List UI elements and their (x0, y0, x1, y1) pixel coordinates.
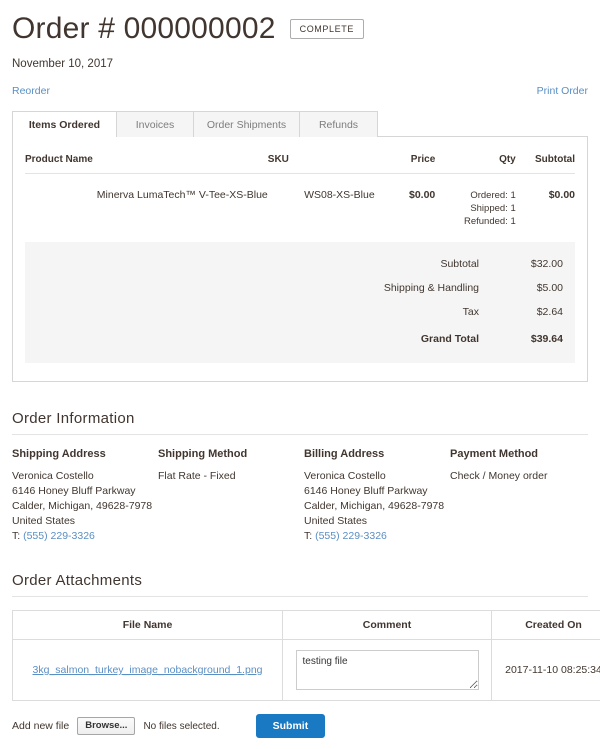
attachment-file-link[interactable]: 3kg_salmon_turkey_image_nobackground_1.p… (33, 664, 263, 676)
shipping-phone-prefix: T: (12, 530, 24, 542)
status-badge: COMPLETE (289, 19, 364, 39)
payment-method-value: Check / Money order (450, 470, 548, 482)
billing-country: United States (304, 515, 368, 527)
totals-value-grand-total: $39.64 (530, 333, 563, 345)
submit-button[interactable]: Submit (255, 714, 326, 738)
order-tabs: Items Ordered Invoices Order Shipments R… (12, 111, 588, 138)
shipping-phone-link[interactable]: (555) 229-3326 (23, 530, 95, 542)
shipping-method-title: Shipping Method (158, 448, 248, 460)
totals-row-tax: Tax $2.64 (37, 300, 563, 324)
items-table: Product Name SKU Price Qty Subtotal Mine… (25, 154, 575, 228)
billing-address-title: Billing Address (304, 448, 385, 460)
shipping-city-state-zip: Calder, Michigan, 49628-7978 (12, 500, 153, 512)
shipping-method-value: Flat Rate - Fixed (158, 470, 236, 482)
column-price: Price (374, 154, 436, 174)
order-totals: Subtotal $32.00 Shipping & Handling $5.0… (25, 242, 575, 363)
order-attachments-heading: Order Attachments (12, 572, 588, 597)
totals-value-tax: $2.64 (536, 306, 563, 318)
payment-method-title: Payment Method (450, 448, 539, 460)
column-product-name: Product Name (25, 154, 268, 174)
billing-phone-line: T: (555) 229-3326 (304, 529, 450, 544)
totals-value-shipping: $5.00 (536, 282, 563, 294)
attachments-header-row: File Name Comment Created On (12, 610, 600, 640)
cell-subtotal: $0.00 (548, 189, 575, 201)
cell-price: $0.00 (408, 189, 436, 201)
qty-ordered: Ordered: 1 (470, 190, 516, 201)
totals-label-subtotal: Subtotal (440, 258, 479, 270)
cell-qty: Ordered: 1 Shipped: 1 Refunded: 1 (435, 174, 516, 229)
shipping-phone-line: T: (555) 229-3326 (12, 529, 158, 544)
tab-items-ordered[interactable]: Items Ordered (12, 111, 117, 138)
column-file-name: File Name (12, 610, 283, 640)
shipping-address-title: Shipping Address (12, 448, 106, 460)
attachment-upload-row: Add new file Browse... No files selected… (12, 714, 588, 738)
qty-shipped: Shipped: 1 (470, 203, 516, 214)
cell-comment (282, 639, 492, 701)
table-row: 3kg_salmon_turkey_image_nobackground_1.p… (12, 639, 600, 701)
totals-row-subtotal: Subtotal $32.00 (37, 252, 563, 276)
column-qty: Qty (435, 154, 516, 174)
order-information-heading: Order Information (12, 410, 588, 435)
page-title: Order # 000000002 (12, 12, 276, 45)
items-ordered-panel: Product Name SKU Price Qty Subtotal Mine… (12, 136, 588, 382)
totals-row-shipping: Shipping & Handling $5.00 (37, 276, 563, 300)
column-created-on: Created On (491, 610, 600, 640)
totals-table: Subtotal $32.00 Shipping & Handling $5.0… (37, 252, 563, 351)
print-order-link[interactable]: Print Order (537, 85, 588, 97)
qty-refunded: Refunded: 1 (463, 216, 516, 227)
column-sku: SKU (267, 154, 375, 174)
shipping-name: Veronica Costello (12, 470, 94, 482)
tab-order-shipments[interactable]: Order Shipments (193, 111, 300, 137)
totals-label-shipping: Shipping & Handling (383, 282, 479, 294)
table-row: Minerva LumaTech™ V-Tee-XS-Blue WS08-XS-… (25, 174, 575, 229)
order-date: November 10, 2017 (12, 58, 114, 70)
column-subtotal: Subtotal (515, 154, 575, 174)
totals-label-tax: Tax (462, 306, 479, 318)
add-new-file-label: Add new file (12, 720, 70, 732)
order-view-page: Order # 000000002 COMPLETE November 10, … (0, 0, 600, 738)
billing-phone-prefix: T: (304, 530, 316, 542)
order-information-grid: Shipping Address Veronica Costello 6146 … (12, 448, 588, 544)
action-links: Reorder Print Order (12, 85, 588, 97)
billing-address-block: Billing Address Veronica Costello 6146 H… (304, 448, 450, 544)
totals-row-grand-total: Grand Total $39.64 (37, 324, 563, 351)
browse-button[interactable]: Browse... (77, 717, 136, 735)
shipping-address-block: Shipping Address Veronica Costello 6146 … (12, 448, 158, 544)
cell-created-on: 2017-11-10 08:25:34 (491, 639, 600, 701)
billing-name: Veronica Costello (304, 470, 386, 482)
cell-file-name: 3kg_salmon_turkey_image_nobackground_1.p… (12, 639, 283, 701)
totals-value-subtotal: $32.00 (530, 258, 563, 270)
attachment-comment-input[interactable] (295, 650, 479, 690)
tab-refunds[interactable]: Refunds (299, 111, 378, 137)
billing-address-body: Veronica Costello 6146 Honey Bluff Parkw… (304, 469, 450, 544)
attachments-table: File Name Comment Created On 3kg_salmon_… (12, 610, 600, 701)
items-table-header-row: Product Name SKU Price Qty Subtotal (25, 154, 575, 174)
page-header: Order # 000000002 COMPLETE (12, 0, 588, 46)
tab-invoices[interactable]: Invoices (116, 111, 194, 137)
shipping-address-body: Veronica Costello 6146 Honey Bluff Parkw… (12, 469, 158, 544)
cell-sku: WS08-XS-Blue (304, 189, 375, 201)
cell-product-name: Minerva LumaTech™ V-Tee-XS-Blue (96, 189, 268, 201)
shipping-street: 6146 Honey Bluff Parkway (12, 485, 136, 497)
shipping-method-block: Shipping Method Flat Rate - Fixed (158, 448, 304, 544)
payment-method-block: Payment Method Check / Money order (450, 448, 590, 544)
billing-street: 6146 Honey Bluff Parkway (304, 485, 428, 497)
totals-label-grand-total: Grand Total (420, 333, 479, 345)
no-files-selected-text: No files selected. (143, 720, 220, 732)
order-tabs-wrapper: Items Ordered Invoices Order Shipments R… (12, 111, 588, 382)
column-comment: Comment (282, 610, 492, 640)
billing-city-state-zip: Calder, Michigan, 49628-7978 (304, 500, 445, 512)
reorder-link[interactable]: Reorder (12, 85, 50, 97)
billing-phone-link[interactable]: (555) 229-3326 (315, 530, 387, 542)
shipping-country: United States (12, 515, 76, 527)
